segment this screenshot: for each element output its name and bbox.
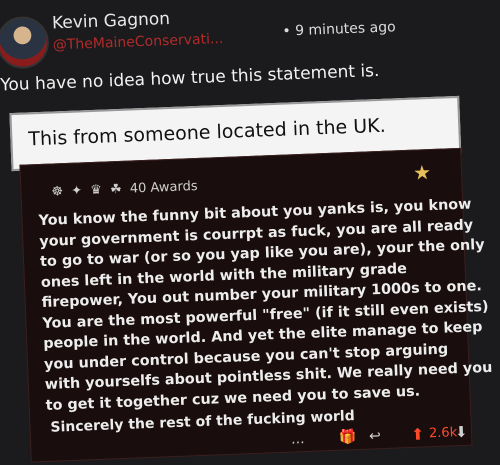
reply-icon[interactable]: ↩ <box>369 428 381 444</box>
award-icon: ♛ <box>90 182 103 199</box>
awards-row[interactable]: ☸ ✦ ♛ ☘ 40 Awards <box>51 179 202 200</box>
author-name[interactable]: Kevin Gagnon <box>52 9 171 34</box>
embedded-comment: ★ ☸ ✦ ♛ ☘ 40 Awards You know the funny b… <box>19 147 493 463</box>
post-timestamp: • 9 minutes ago <box>282 19 396 40</box>
gold-star-icon: ★ <box>412 160 432 185</box>
comment-body: You know the funny bit about you yanks i… <box>38 195 492 416</box>
downvote-icon[interactable]: ⬇ <box>455 423 468 441</box>
avatar[interactable] <box>0 15 50 70</box>
award-icon: ☘ <box>109 181 123 198</box>
screenshot-photo: Kevin Gagnon @TheMaineConservati... • 9 … <box>0 0 500 465</box>
more-icon[interactable]: ... <box>291 431 305 448</box>
post-text: You have no idea how true this statement… <box>0 60 380 96</box>
upvote-icon[interactable]: ⬆ <box>411 424 425 444</box>
awards-count: 40 Awards <box>129 178 198 197</box>
comment-actions: ... 🎁 ↩ ⬆ 2.6k ⬇ <box>291 423 472 454</box>
award-icon: ☸ <box>51 184 64 200</box>
caption-text: This from someone located in the UK. <box>28 114 387 151</box>
award-icon: ✦ <box>70 183 83 199</box>
author-handle[interactable]: @TheMaineConservati... <box>53 30 253 54</box>
vote-score: 2.6k <box>428 425 458 442</box>
gift-icon[interactable]: 🎁 <box>339 429 357 446</box>
